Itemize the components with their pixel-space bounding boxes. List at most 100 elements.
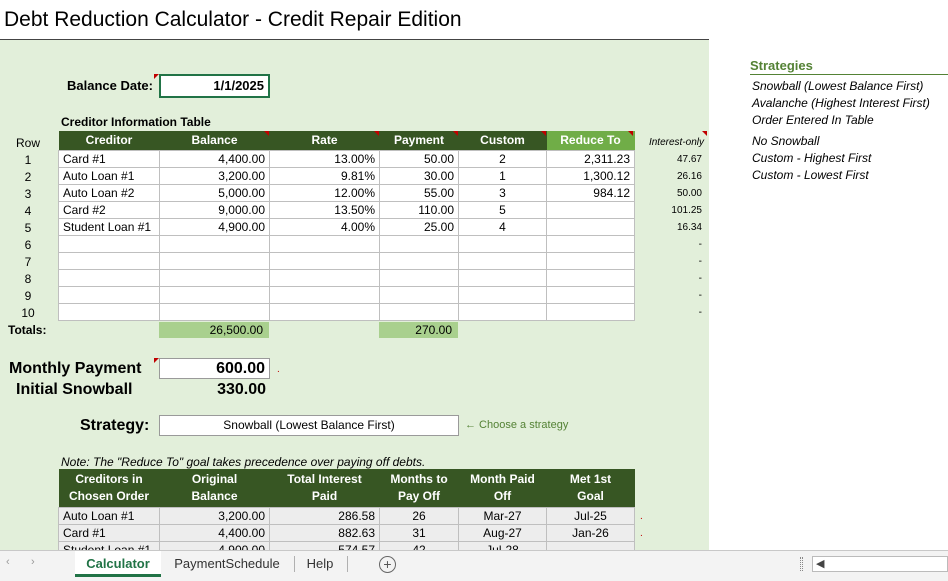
custom-cell[interactable] — [458, 251, 547, 270]
scroll-left-icon[interactable]: ◀ — [816, 557, 824, 570]
payment-cell[interactable]: 25.00 — [379, 217, 459, 236]
tab-separator — [347, 556, 348, 572]
reduce-to-cell[interactable] — [546, 217, 635, 236]
strategy-option: Custom - Lowest First — [752, 168, 869, 182]
custom-cell[interactable] — [458, 268, 547, 287]
sheet-tab-bar: ‹ › Calculator PaymentSchedule Help + ◀ — [0, 550, 948, 581]
rate-cell[interactable] — [269, 268, 380, 287]
balance-cell[interactable]: 5,000.00 — [159, 183, 270, 202]
interest-only-label: Interest-only — [648, 137, 704, 148]
balance-cell[interactable] — [159, 285, 270, 304]
interest-only-value: - — [698, 239, 702, 250]
creditor-cell[interactable] — [58, 285, 160, 304]
comment-marker-icon — [702, 131, 707, 136]
creditor-cell[interactable]: Card #2 — [58, 200, 160, 219]
reduce-to-cell[interactable]: 2,311.23 — [546, 149, 635, 168]
comment-marker-icon — [453, 131, 458, 136]
reduce-to-cell[interactable]: 984.12 — [546, 183, 635, 202]
custom-cell[interactable]: 3 — [458, 183, 547, 202]
result-row: Auto Loan #1 3,200.00 286.58 26 Mar-27 Jul-25 — [58, 506, 635, 525]
add-sheet-icon[interactable]: + — [379, 556, 396, 573]
custom-cell[interactable]: 4 — [458, 217, 547, 236]
comment-marker-icon — [374, 131, 379, 136]
creditor-row: Auto Loan #1 3,200.00 9.81% 30.00 1 1,300.12 — [58, 166, 635, 185]
page-title: Debt Reduction Calculator - Credit Repai… — [4, 8, 462, 31]
custom-cell[interactable] — [458, 285, 547, 304]
custom-cell[interactable]: 5 — [458, 200, 547, 219]
payment-cell[interactable]: 50.00 — [379, 149, 459, 168]
tab-scroll-right-icon[interactable]: › — [31, 556, 35, 568]
header-line: Balance — [191, 488, 238, 503]
split-handle[interactable] — [800, 557, 803, 571]
creditor-cell[interactable] — [58, 302, 160, 321]
reduce-to-cell[interactable] — [546, 302, 635, 321]
creditor-cell[interactable]: Card #1 — [58, 149, 160, 168]
reduce-to-cell[interactable]: 1,300.12 — [546, 166, 635, 185]
balance-cell[interactable]: 4,900.00 — [159, 217, 270, 236]
result-creditor: Card #1 — [58, 523, 160, 542]
strategy-option: Avalanche (Highest Interest First) — [752, 96, 930, 110]
creditor-cell[interactable] — [58, 234, 160, 253]
custom-cell[interactable] — [458, 302, 547, 321]
monthly-payment-input[interactable]: 600.00 — [159, 358, 270, 379]
payment-cell[interactable]: 30.00 — [379, 166, 459, 185]
rate-cell[interactable] — [269, 251, 380, 270]
rate-cell[interactable]: 13.50% — [269, 200, 380, 219]
payment-cell[interactable] — [379, 285, 459, 304]
header-line: Month Paid — [470, 471, 535, 486]
balance-cell[interactable]: 3,200.00 — [159, 166, 270, 185]
balance-cell[interactable] — [159, 302, 270, 321]
tab-calculator[interactable]: Calculator — [75, 551, 161, 577]
strategy-select[interactable]: Snowball (Lowest Balance First) — [159, 415, 459, 436]
rate-cell[interactable]: 9.81% — [269, 166, 380, 185]
creditor-row — [58, 268, 635, 287]
header-months-to-pay: Months to Pay Off — [379, 469, 459, 507]
result-row: Card #1 4,400.00 882.63 31 Aug-27 Jan-26 — [58, 523, 635, 542]
rate-cell[interactable] — [269, 302, 380, 321]
balance-cell[interactable]: 9,000.00 — [159, 200, 270, 219]
creditor-cell[interactable] — [58, 251, 160, 270]
reduce-to-cell[interactable] — [546, 251, 635, 270]
reduce-to-cell[interactable] — [546, 200, 635, 219]
header-balance: Balance — [159, 131, 270, 150]
custom-cell[interactable]: 2 — [458, 149, 547, 168]
tab-payment-schedule[interactable]: PaymentSchedule — [166, 551, 288, 577]
reduce-to-cell[interactable] — [546, 285, 635, 304]
comment-marker-icon — [628, 131, 633, 136]
payment-cell[interactable] — [379, 251, 459, 270]
balance-cell[interactable]: 4,400.00 — [159, 149, 270, 168]
header-line: Pay Off — [397, 488, 440, 503]
balance-cell[interactable] — [159, 234, 270, 253]
reduce-to-cell[interactable] — [546, 234, 635, 253]
payment-cell[interactable] — [379, 234, 459, 253]
rate-cell[interactable] — [269, 285, 380, 304]
custom-cell[interactable]: 1 — [458, 166, 547, 185]
balance-cell[interactable] — [159, 268, 270, 287]
payment-cell[interactable] — [379, 268, 459, 287]
total-payment: 270.00 — [379, 322, 458, 338]
creditor-cell[interactable]: Auto Loan #2 — [58, 183, 160, 202]
custom-cell[interactable] — [458, 234, 547, 253]
creditor-cell[interactable]: Student Loan #1 — [58, 217, 160, 236]
rate-cell[interactable]: 12.00% — [269, 183, 380, 202]
rate-cell[interactable]: 4.00% — [269, 217, 380, 236]
tab-help[interactable]: Help — [298, 551, 342, 577]
balance-cell[interactable] — [159, 251, 270, 270]
result-goal: Jan-26 — [546, 523, 635, 542]
comment-marker-icon — [154, 74, 159, 79]
creditor-cell[interactable]: Auto Loan #1 — [58, 166, 160, 185]
initial-snowball-label: Initial Snowball — [16, 381, 133, 398]
tab-scroll-left-icon[interactable]: ‹ — [6, 556, 10, 568]
rate-cell[interactable] — [269, 234, 380, 253]
creditor-cell[interactable] — [58, 268, 160, 287]
row-number: 7 — [24, 255, 32, 269]
rate-cell[interactable]: 13.00% — [269, 149, 380, 168]
payment-cell[interactable] — [379, 302, 459, 321]
balance-date-input[interactable]: 1/1/2025 — [159, 74, 270, 98]
creditor-row: Card #1 4,400.00 13.00% 50.00 2 2,311.23 — [58, 149, 635, 168]
payment-cell[interactable]: 110.00 — [379, 200, 459, 219]
horizontal-scrollbar[interactable]: ◀ — [812, 556, 948, 572]
reduce-to-cell[interactable] — [546, 268, 635, 287]
interest-only-value: - — [698, 290, 702, 301]
payment-cell[interactable]: 55.00 — [379, 183, 459, 202]
